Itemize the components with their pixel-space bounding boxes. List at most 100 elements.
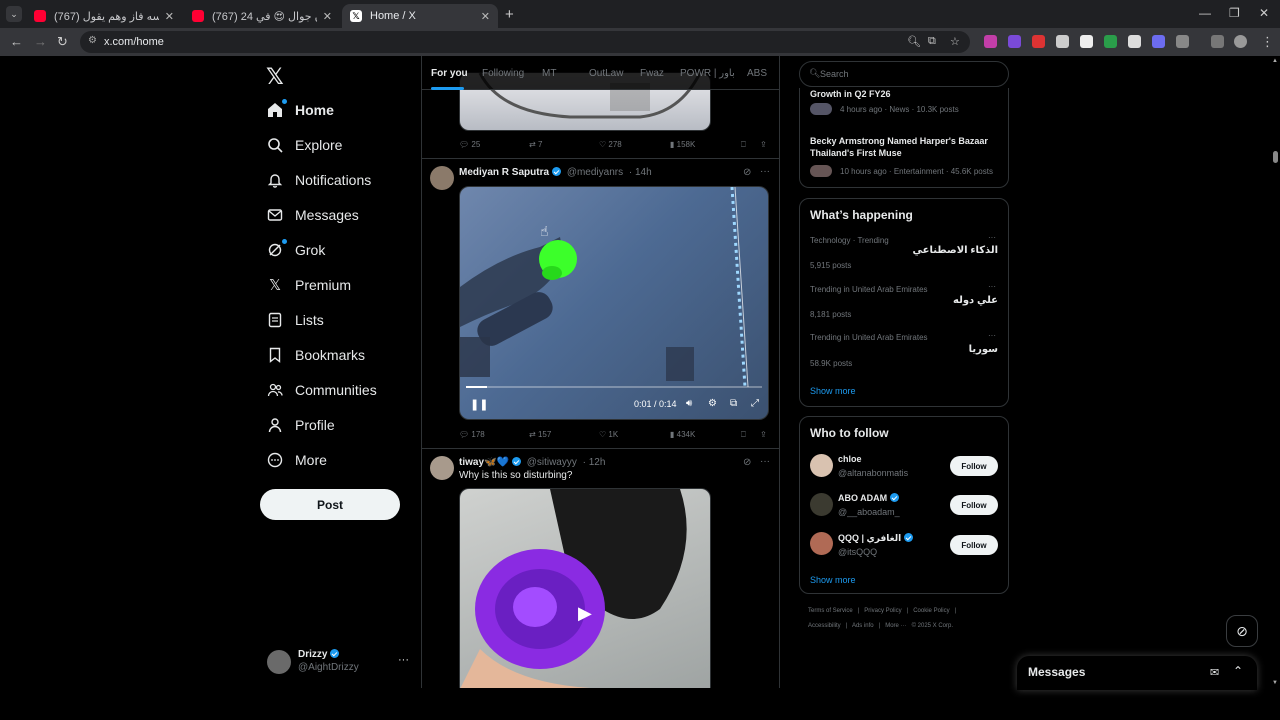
browser-menu-icon[interactable]: ⋮ [1261, 34, 1274, 50]
tab-fwaz[interactable]: Fwaz [640, 68, 664, 79]
tab-search-button[interactable]: ⌄ [6, 6, 22, 22]
grok-icon[interactable]: ⊘ [1226, 615, 1258, 647]
sidebar-item-grok[interactable]: Grok [266, 238, 325, 262]
user-name[interactable]: ABO ADAM [838, 493, 900, 503]
more-link[interactable]: More ··· [885, 623, 906, 629]
more-options-icon[interactable]: ··· [760, 456, 770, 467]
more-options-icon[interactable]: ··· [760, 166, 770, 177]
extension-5-icon[interactable] [1080, 35, 1093, 48]
user-handle[interactable]: @altanabonmatis [838, 468, 908, 478]
settings-gear-icon[interactable]: ⚙ [708, 398, 717, 409]
author-handle[interactable]: @sitiwayyy [527, 457, 577, 468]
avatar[interactable] [430, 456, 454, 480]
extension-2-icon[interactable] [1008, 35, 1021, 48]
install-app-icon[interactable]: ⧉ [928, 35, 936, 48]
search-input[interactable]: 🔍︎ Search [799, 61, 1009, 87]
reply-button[interactable]: 💬︎ 178 [459, 430, 485, 439]
extension-3-icon[interactable] [1032, 35, 1045, 48]
more-options-icon[interactable]: ··· [988, 282, 996, 291]
scrollbar-thumb[interactable] [1273, 151, 1278, 163]
play-icon[interactable]: ▶ [578, 603, 592, 624]
share-icon[interactable]: ⇪ [760, 140, 767, 149]
show-more-link[interactable]: Show more [810, 575, 856, 585]
account-switcher[interactable]: Drizzy @AightDrizzy ··· [267, 648, 409, 676]
user-handle[interactable]: @__aboadam_ [838, 507, 900, 517]
tweet-time[interactable]: · 14h [629, 167, 652, 178]
close-tab-icon[interactable]: ✕ [323, 10, 332, 23]
tab-for-you[interactable]: For you [431, 68, 468, 79]
back-icon[interactable]: ← [10, 34, 23, 49]
news-title[interactable]: Growth in Q2 FY26 [810, 88, 1000, 100]
x-logo-icon[interactable]: 𝕏 [266, 64, 284, 90]
browser-tab-3[interactable]: 𝕏 Home / X ✕ [342, 4, 498, 28]
tab-mt[interactable]: MT [542, 68, 556, 79]
grok-icon[interactable]: ⊘ [743, 167, 751, 178]
avatar[interactable] [430, 166, 454, 190]
news-title[interactable]: Becky Armstrong Named Harper's Bazaar Th… [810, 135, 1000, 159]
author-name[interactable]: Mediyan R Saputra [459, 167, 549, 178]
close-tab-icon[interactable]: ✕ [165, 10, 174, 23]
more-options-icon[interactable]: ··· [988, 233, 996, 242]
reply-button[interactable]: 💬︎ 25 [459, 140, 480, 149]
sidebar-item-explore[interactable]: Explore [266, 133, 342, 157]
tab-abs[interactable]: ABS [747, 68, 767, 79]
ads-info-link[interactable]: Ads info [852, 623, 874, 629]
tab-outlaw[interactable]: OutLaw [589, 68, 623, 79]
zoom-icon[interactable]: 🔍︎ [907, 35, 921, 48]
user-name[interactable]: QQQ | الغافري [838, 533, 914, 544]
post-button[interactable]: Post [260, 489, 400, 520]
avatar[interactable] [810, 532, 833, 555]
cookie-link[interactable]: Cookie Policy [913, 608, 949, 614]
forward-icon[interactable]: → [34, 34, 47, 49]
omnibox[interactable]: ⚙ x.com/home 🔍︎ ⧉ ☆ [80, 31, 970, 53]
tweet-video-player[interactable]: ☝︎ ❚❚ 0:01 / 0:14 🔊︎ ⚙ ⧉ ⤢ [459, 186, 769, 420]
site-info-icon[interactable]: ⚙ [88, 35, 97, 46]
sidebar-item-notifications[interactable]: Notifications [266, 168, 371, 192]
accessibility-link[interactable]: Accessibility [808, 623, 841, 629]
scroll-up-icon[interactable]: ▲ [1272, 58, 1278, 64]
sidebar-item-premium[interactable]: 𝕏 Premium [266, 273, 351, 297]
new-tab-icon[interactable]: + [505, 6, 514, 23]
tweet-video-player[interactable]: ▶ [459, 488, 711, 688]
messages-drawer[interactable]: Messages ✉ ⌃ [1017, 656, 1257, 690]
video-progress-bar[interactable] [466, 386, 762, 388]
views-button[interactable]: ▮ 434K [670, 430, 695, 439]
repost-button[interactable]: ⇄ 157 [529, 430, 551, 439]
bookmark-star-icon[interactable]: ☆ [950, 35, 960, 48]
sidebar-item-more[interactable]: More [266, 448, 327, 472]
sidebar-item-home[interactable]: Home [266, 98, 334, 122]
bookmark-icon[interactable]: ⎕ [741, 430, 746, 440]
picture-in-picture-icon[interactable]: ⧉ [730, 398, 737, 409]
user-handle[interactable]: @itsQQQ [838, 547, 877, 557]
extensions-puzzle-icon[interactable] [1176, 35, 1189, 48]
more-options-icon[interactable]: ··· [988, 331, 996, 340]
user-name[interactable]: chloe [838, 454, 862, 464]
new-message-icon[interactable]: ✉ [1210, 666, 1219, 679]
follow-button[interactable]: Follow [950, 456, 998, 476]
tweet-time[interactable]: · 12h [583, 457, 606, 468]
fullscreen-icon[interactable]: ⤢ [751, 398, 759, 409]
extension-6-icon[interactable] [1104, 35, 1117, 48]
close-window-icon[interactable]: ✕ [1259, 6, 1269, 20]
author-name[interactable]: tiway🦋💙 [459, 457, 509, 468]
views-button[interactable]: ▮ 158K [670, 140, 695, 149]
trend-title[interactable]: علي دوله [953, 295, 998, 306]
minimize-icon[interactable]: — [1199, 6, 1211, 20]
extension-7-icon[interactable] [1128, 35, 1141, 48]
author-handle[interactable]: @mediyanrs [567, 167, 623, 178]
sidebar-item-communities[interactable]: Communities [266, 378, 377, 402]
expand-icon[interactable]: ⌃ [1233, 664, 1243, 678]
tab-following[interactable]: Following [482, 68, 524, 79]
bookmark-icon[interactable]: ⎕ [741, 140, 746, 150]
like-button[interactable]: ♡ 278 [599, 140, 622, 149]
extension-8-icon[interactable] [1152, 35, 1165, 48]
more-options-icon[interactable]: ··· [398, 654, 409, 666]
avatar[interactable] [810, 493, 833, 516]
like-button[interactable]: ♡ 1K [599, 430, 618, 439]
extension-1-icon[interactable] [984, 35, 997, 48]
terms-link[interactable]: Terms of Service [808, 608, 853, 614]
profile-avatar-icon[interactable] [1234, 35, 1247, 48]
trend-title[interactable]: سوريا [969, 344, 998, 355]
scroll-down-icon[interactable]: ▼ [1272, 680, 1278, 686]
reload-icon[interactable]: ↻ [57, 34, 68, 50]
